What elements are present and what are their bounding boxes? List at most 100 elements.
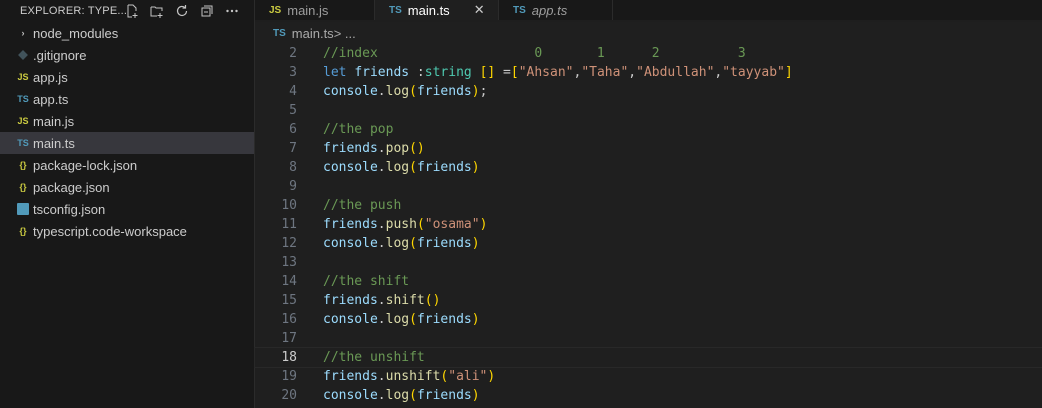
code-token: //the pop xyxy=(323,122,394,137)
git-icon xyxy=(14,50,32,60)
code-line[interactable]: 5 xyxy=(255,101,1042,120)
line-number: 18 xyxy=(281,350,297,365)
line-number: 14 xyxy=(281,274,297,289)
tree-item-main-ts[interactable]: TS main.ts xyxy=(0,132,254,154)
code-token: //index 0 1 2 3 xyxy=(323,46,746,61)
tree-item-label: package-lock.json xyxy=(33,157,138,173)
code-token: "Abdullah" xyxy=(636,65,715,80)
code-line[interactable]: 11 friends.push("osama") xyxy=(255,215,1042,234)
code-text: console.log(friends); xyxy=(323,82,487,101)
line-number: 17 xyxy=(281,331,297,346)
code-token: unshift xyxy=(385,369,441,384)
close-icon[interactable]: ✕ xyxy=(474,2,485,18)
collapse-all-icon[interactable] xyxy=(199,3,215,19)
code-token: log xyxy=(385,388,410,403)
code-token: . xyxy=(377,388,386,403)
more-actions-icon[interactable] xyxy=(224,3,240,19)
code-line[interactable]: 4 console.log(friends); xyxy=(255,82,1042,101)
code-line[interactable]: 13 xyxy=(255,253,1042,272)
code-token: . xyxy=(377,217,386,232)
code-token: . xyxy=(377,293,386,308)
code-token: . xyxy=(377,236,386,251)
line-number: 5 xyxy=(289,103,297,118)
code-token: log xyxy=(385,160,410,175)
code-line[interactable]: 8 console.log(friends) xyxy=(255,158,1042,177)
code-token: "ali" xyxy=(448,369,488,384)
tree-item-code-workspace[interactable]: {} typescript.code-workspace xyxy=(0,220,254,242)
code-token: friends xyxy=(323,369,378,384)
code-text: //the unshift xyxy=(323,348,425,367)
code-line[interactable]: 15 friends.shift() xyxy=(255,291,1042,310)
breadcrumb-file[interactable]: main.ts xyxy=(292,26,334,41)
code-token: log xyxy=(385,84,410,99)
tree-item-label: package.json xyxy=(33,179,110,195)
tab-main-ts[interactable]: TS main.ts ✕ xyxy=(375,0,499,20)
tree-item-gitignore[interactable]: .gitignore xyxy=(0,44,254,66)
code-token: ( xyxy=(409,236,417,251)
code-line[interactable]: 6 //the pop xyxy=(255,120,1042,139)
code-token: ( xyxy=(409,160,417,175)
code-editor[interactable]: 2 //index 0 1 2 3 3 let friends :string [] … xyxy=(254,44,1042,408)
code-token: pop xyxy=(385,141,410,156)
explorer-header: EXPLORER: TYPE... xyxy=(0,0,254,22)
code-token: "Ahsan" xyxy=(518,65,574,80)
code-text: friends.unshift("ali") xyxy=(323,367,495,386)
line-number: 11 xyxy=(281,217,297,232)
line-number: 19 xyxy=(281,369,297,384)
code-line[interactable]: 17 xyxy=(255,329,1042,348)
tab-main-js[interactable]: JS main.js xyxy=(255,0,375,20)
code-line[interactable]: 12 console.log(friends) xyxy=(255,234,1042,253)
tab-app-ts[interactable]: TS app.ts xyxy=(499,0,613,20)
code-line[interactable]: 3 let friends :string [] =["Ahsan","Taha"… xyxy=(255,63,1042,82)
code-line[interactable]: 16 console.log(friends) xyxy=(255,310,1042,329)
code-text: console.log(friends) xyxy=(323,386,480,405)
code-line[interactable]: 20 console.log(friends) xyxy=(255,386,1042,405)
new-file-icon[interactable] xyxy=(124,3,140,19)
code-token: ) xyxy=(487,369,496,384)
code-line[interactable]: 9 xyxy=(255,177,1042,196)
code-token: . xyxy=(377,160,386,175)
new-folder-icon[interactable] xyxy=(149,3,165,19)
tree-item-label: main.ts xyxy=(33,135,75,151)
code-line[interactable]: 7 friends.pop() xyxy=(255,139,1042,158)
code-token: friends xyxy=(323,293,378,308)
line-number: 9 xyxy=(289,179,297,194)
explorer-actions xyxy=(124,0,240,22)
tree-item-tsconfig-json[interactable]: tsconfig.json xyxy=(0,198,254,220)
tab-label: main.ts xyxy=(407,2,450,18)
ts-icon: TS xyxy=(273,27,286,39)
code-line[interactable]: 19 friends.unshift("ali") xyxy=(255,367,1042,386)
code-line[interactable]: 14 //the shift xyxy=(255,272,1042,291)
line-number: 20 xyxy=(281,388,297,403)
code-token: //the push xyxy=(323,198,402,213)
tsconfig-icon xyxy=(14,203,32,215)
code-token: friends xyxy=(416,160,472,175)
code-token: : xyxy=(409,65,425,80)
tree-item-package-json[interactable]: {} package.json xyxy=(0,176,254,198)
code-token: ) xyxy=(471,84,480,99)
code-text: //the push xyxy=(323,196,401,215)
tree-item-package-lock-json[interactable]: {} package-lock.json xyxy=(0,154,254,176)
code-line[interactable]: 18 //the unshift xyxy=(254,347,1042,368)
tree-item-node-modules[interactable]: › node_modules xyxy=(0,22,254,44)
breadcrumb-more[interactable]: > ... xyxy=(334,26,356,41)
editor-tabs: JS main.js TS main.ts ✕ TS app.ts xyxy=(255,0,1042,20)
js-icon: JS xyxy=(269,4,282,16)
tree-item-label: typescript.code-workspace xyxy=(33,223,187,239)
code-token: () xyxy=(424,293,441,308)
tree-item-app-js[interactable]: JS app.js xyxy=(0,66,254,88)
code-token: string xyxy=(424,65,472,80)
line-number: 15 xyxy=(281,293,297,308)
tree-item-label: tsconfig.json xyxy=(33,201,106,217)
code-token: friends xyxy=(323,141,378,156)
code-line[interactable]: 2 //index 0 1 2 3 xyxy=(255,44,1042,63)
code-text: console.log(friends) xyxy=(323,158,480,177)
ts-icon: TS xyxy=(17,94,29,104)
code-token: = xyxy=(495,65,511,80)
refresh-icon[interactable] xyxy=(174,3,190,19)
tree-item-main-js[interactable]: JS main.js xyxy=(0,110,254,132)
code-text: friends.pop() xyxy=(323,139,425,158)
tree-item-app-ts[interactable]: TS app.ts xyxy=(0,88,254,110)
code-line[interactable]: 10 //the push xyxy=(255,196,1042,215)
